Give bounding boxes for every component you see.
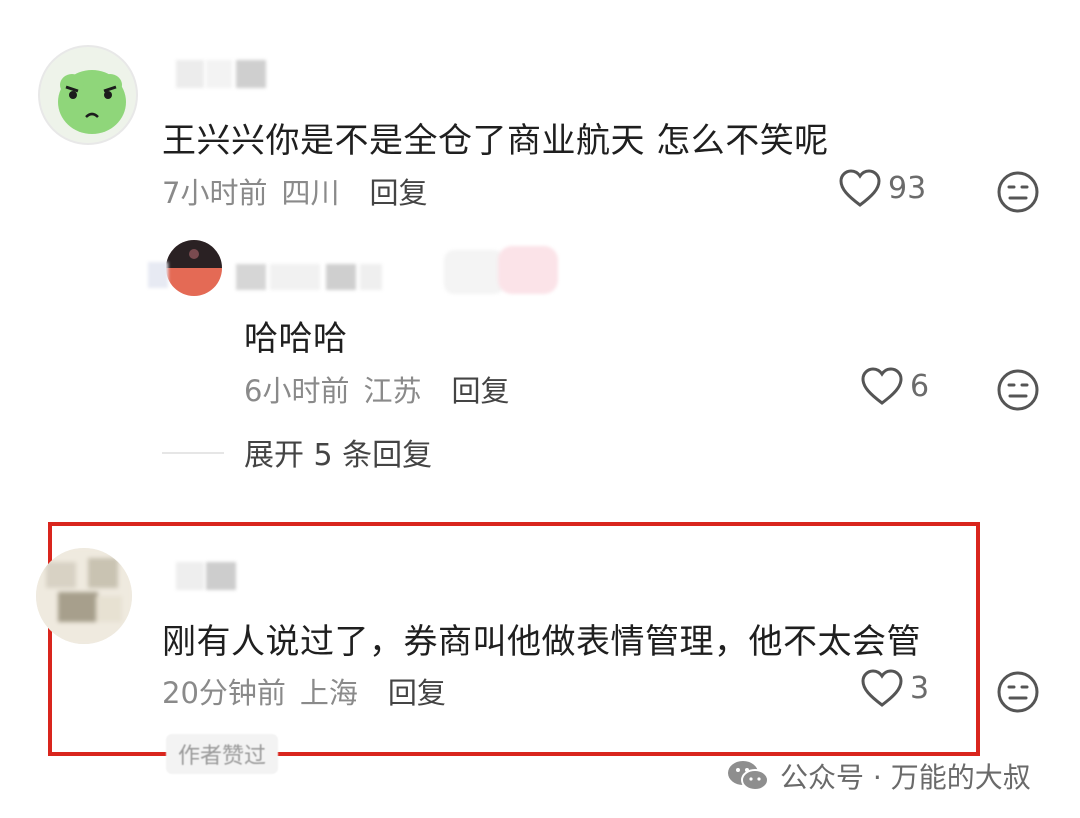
like-button[interactable]: 3 <box>860 668 929 708</box>
comment-time: 20分钟前 <box>162 676 286 710</box>
comment-location: 上海 <box>299 676 358 710</box>
comment-text: 哈哈哈 <box>244 319 348 359</box>
comment-text: 王兴兴你是不是全仓了商业航天 怎么不笑呢 <box>162 121 829 161</box>
like-button[interactable]: 93 <box>838 168 926 208</box>
watermark-text: 公众号 · 万能的大叔 <box>780 761 1031 794</box>
avatar[interactable] <box>36 548 132 644</box>
green-frog-face-icon <box>58 70 126 134</box>
comment-time: 6小时前 <box>244 374 350 408</box>
neutral-face-icon <box>997 171 1039 213</box>
comment-location: 四川 <box>281 176 340 210</box>
dislike-button[interactable] <box>996 170 1040 214</box>
author-liked-badge: 作者赞过 <box>166 734 279 774</box>
dark-photo-avatar-icon <box>166 240 222 296</box>
dislike-button[interactable] <box>996 670 1040 714</box>
heart-outline-icon <box>861 669 903 707</box>
blurred-photo-avatar-icon <box>36 548 132 644</box>
like-count: 3 <box>910 670 930 706</box>
neutral-face-icon <box>997 369 1039 411</box>
avatar[interactable] <box>38 45 138 145</box>
reply-button[interactable]: 回复 <box>369 170 427 212</box>
watermark: 公众号 · 万能的大叔 <box>726 756 1031 796</box>
divider <box>162 452 224 454</box>
reply-button[interactable]: 回复 <box>451 368 509 410</box>
like-button[interactable]: 6 <box>860 366 929 406</box>
reply-button[interactable]: 回复 <box>388 670 446 712</box>
wechat-icon <box>728 761 769 791</box>
comment-time: 7小时前 <box>162 176 268 210</box>
neutral-face-icon <box>997 671 1039 713</box>
expand-replies-label[interactable]: 展开 5 条回复 <box>244 430 432 474</box>
like-count: 93 <box>888 170 927 206</box>
dislike-button[interactable] <box>996 368 1040 412</box>
heart-outline-icon <box>861 367 903 405</box>
avatar[interactable] <box>166 240 222 296</box>
comment-text: 刚有人说过了，券商叫他做表情管理，他不太会管 <box>162 622 921 662</box>
heart-outline-icon <box>839 169 881 207</box>
comment-location: 江苏 <box>363 374 422 408</box>
like-count: 6 <box>910 368 930 404</box>
